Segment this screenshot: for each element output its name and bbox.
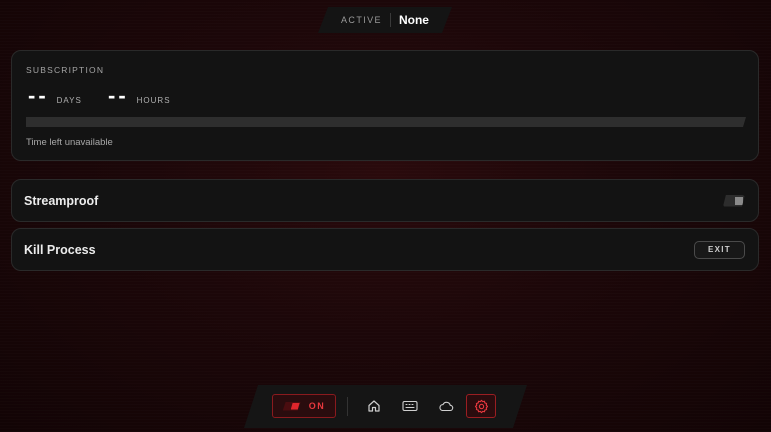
- power-switch-icon: [283, 402, 301, 411]
- keyboard-icon: [402, 400, 418, 412]
- power-toggle-button[interactable]: ON: [272, 394, 336, 418]
- subscription-panel: SUBSCRIPTION -- DAYS -- HOURS Time left …: [11, 50, 759, 161]
- streamproof-toggle[interactable]: [723, 195, 745, 207]
- kill-process-label: Kill Process: [24, 242, 96, 257]
- status-indicator: ACTIVE None: [318, 7, 452, 33]
- home-icon: [367, 399, 381, 413]
- power-label: ON: [308, 401, 326, 411]
- subscription-progress-bar: [26, 117, 746, 127]
- dock-divider: [347, 397, 348, 416]
- hours-value: --: [108, 83, 129, 108]
- days-unit: DAYS: [56, 96, 82, 105]
- cloud-button[interactable]: [431, 394, 461, 418]
- status-divider: [390, 13, 391, 27]
- streamproof-label: Streamproof: [24, 193, 99, 208]
- exit-button[interactable]: EXIT: [694, 240, 745, 259]
- subscription-title: SUBSCRIPTION: [26, 65, 105, 75]
- home-button[interactable]: [359, 394, 389, 418]
- time-left-text: Time left unavailable: [26, 137, 113, 148]
- status-value: None: [398, 13, 429, 27]
- toggle-knob: [735, 197, 743, 205]
- bottom-dock: ON: [244, 385, 527, 428]
- keyboard-button[interactable]: [395, 394, 425, 418]
- days-counter: -- DAYS: [28, 83, 82, 108]
- cloud-icon: [438, 400, 454, 412]
- gear-icon: [474, 399, 489, 414]
- kill-process-row: Kill Process EXIT: [11, 228, 759, 271]
- hours-unit: HOURS: [136, 96, 171, 105]
- streamproof-row: Streamproof: [11, 179, 759, 222]
- days-value: --: [28, 83, 49, 108]
- settings-button[interactable]: [466, 394, 496, 418]
- hours-counter: -- HOURS: [108, 83, 171, 108]
- status-label: ACTIVE: [341, 15, 382, 25]
